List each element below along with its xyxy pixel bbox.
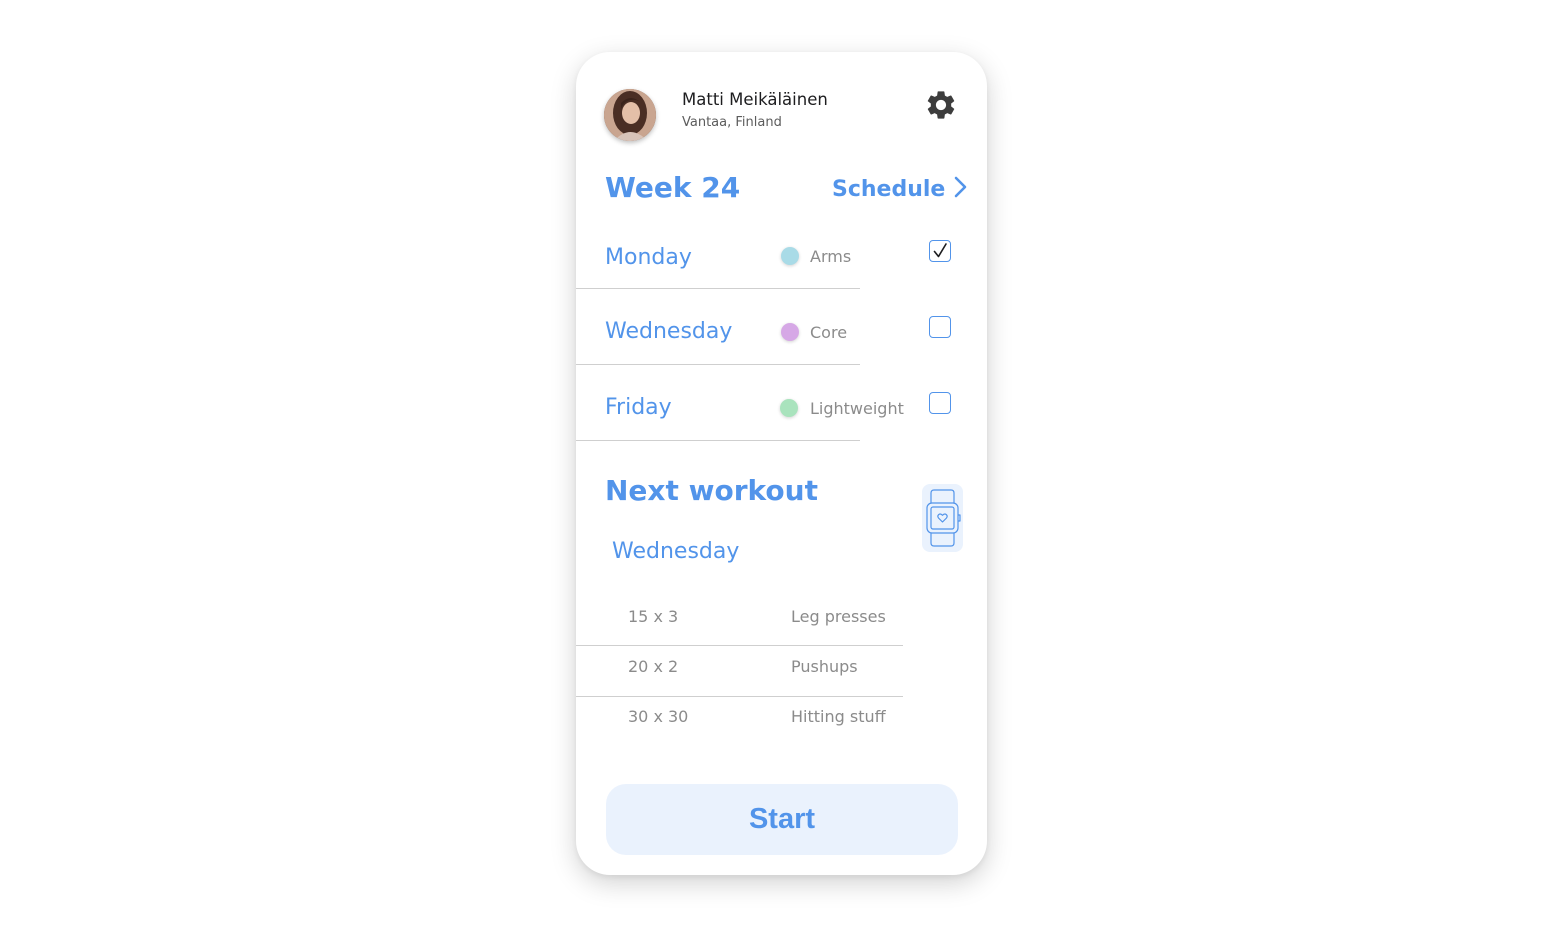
day-label-wednesday: Wednesday	[605, 319, 733, 344]
check-icon	[933, 243, 947, 258]
core-dot	[781, 323, 799, 341]
exercise-divider	[576, 696, 903, 697]
exercise-divider	[576, 645, 903, 646]
day-label-friday: Friday	[605, 395, 672, 420]
checkbox-monday[interactable]	[929, 240, 951, 262]
exercise-reps: 20 x 2	[628, 657, 679, 676]
checkbox-wednesday[interactable]	[929, 316, 951, 338]
exercise-reps: 30 x 30	[628, 707, 689, 726]
app-screen: Matti Meikäläinen Vantaa, Finland Week 2…	[576, 52, 987, 875]
exercise-name: Pushups	[791, 657, 858, 676]
workout-type-lightweight: Lightweight	[810, 399, 904, 418]
exercise-name: Leg presses	[791, 607, 886, 626]
chevron-right-icon	[953, 176, 967, 202]
row-divider	[576, 288, 860, 289]
avatar[interactable]	[604, 89, 656, 141]
gear-icon[interactable]	[924, 88, 958, 122]
week-title: Week 24	[605, 171, 741, 204]
row-divider	[576, 440, 860, 441]
schedule-label: Schedule	[832, 176, 946, 202]
user-name: Matti Meikäläinen	[682, 90, 828, 109]
workout-type-core: Core	[810, 323, 848, 342]
start-label: Start	[748, 803, 816, 835]
checkbox-friday[interactable]	[929, 392, 951, 414]
exercise-name: Hitting stuff	[791, 707, 886, 726]
day-label-monday: Monday	[605, 245, 692, 270]
arms-dot	[781, 247, 799, 265]
smartwatch-heart-icon	[926, 489, 961, 547]
user-location: Vantaa, Finland	[682, 115, 782, 130]
workout-type-arms: Arms	[810, 247, 852, 266]
row-divider	[576, 364, 860, 365]
start-button[interactable]: Start	[606, 784, 958, 855]
schedule-link[interactable]: Schedule	[832, 176, 967, 202]
smartwatch-button[interactable]	[922, 484, 963, 552]
exercise-reps: 15 x 3	[628, 607, 679, 626]
next-workout-title: Next workout	[605, 474, 818, 507]
lightweight-dot	[780, 399, 798, 417]
next-workout-day: Wednesday	[612, 539, 740, 564]
